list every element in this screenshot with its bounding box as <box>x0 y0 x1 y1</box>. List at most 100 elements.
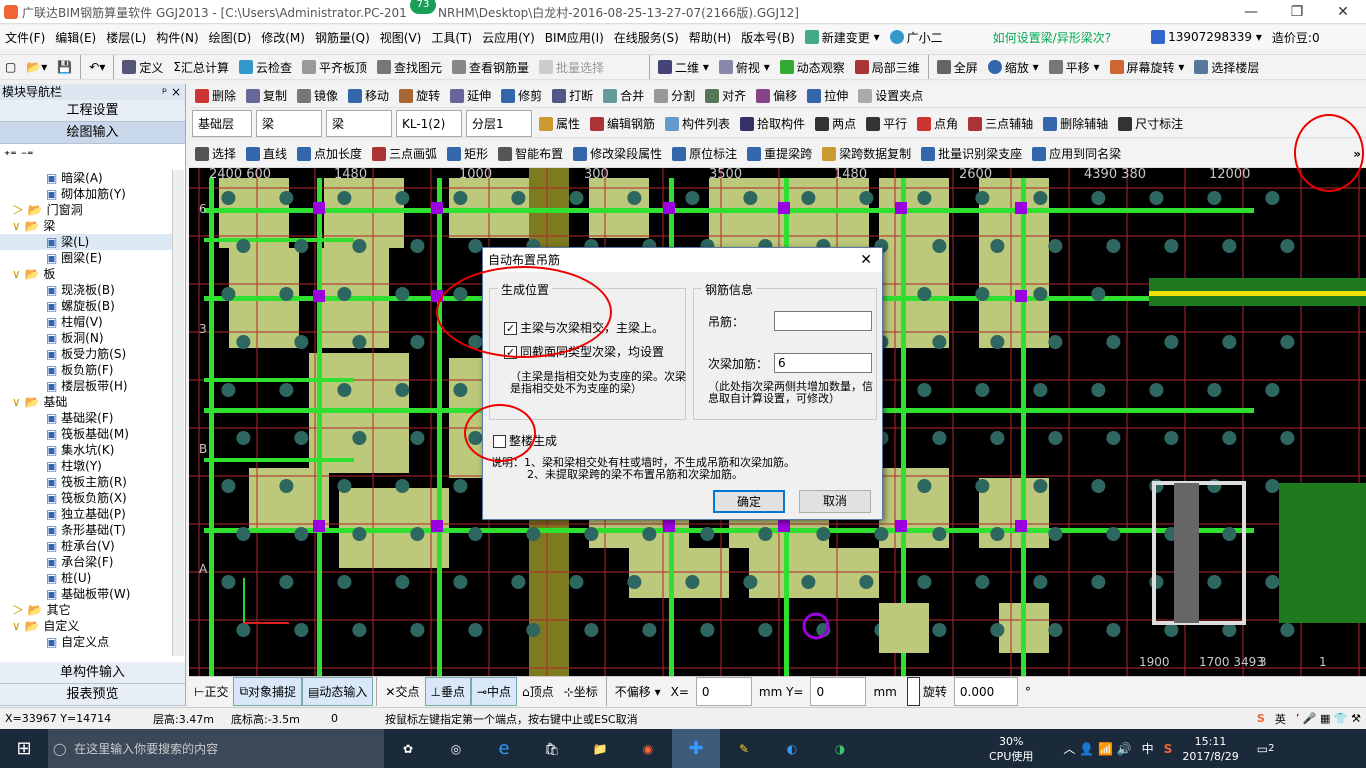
menu-file[interactable]: 文件(F) <box>0 25 50 49</box>
report-preview-button[interactable]: 报表预览 <box>0 684 185 706</box>
toolbar3-item[interactable]: 三点辅轴 <box>963 110 1038 137</box>
menu-assistant[interactable]: 广小二 <box>885 25 948 49</box>
toolbar4-item[interactable]: 修改梁段属性 <box>568 140 667 167</box>
toolbar4-item[interactable]: 矩形 <box>442 140 493 167</box>
clock[interactable]: 15:11 2017/8/29 <box>1177 729 1243 768</box>
ime-toolbar-icons[interactable]: ’ 🎤 ▦ 👕 ⚒ <box>1291 708 1366 729</box>
toolbar2-item[interactable]: 旋转 <box>394 84 445 107</box>
tree-item[interactable]: ＞ 📂 其它 <box>0 602 172 618</box>
undo-icon[interactable]: ↶▾ <box>84 55 110 79</box>
tree-item[interactable]: ▣ 独立基础(P) <box>0 506 172 522</box>
swirl-app-icon[interactable]: ◎ <box>432 729 480 768</box>
toolbar2-item[interactable]: 镜像 <box>292 84 343 107</box>
tree-item[interactable]: ▣ 螺旋板(B) <box>0 298 172 314</box>
tree-item[interactable]: ∨ 📂 基础 <box>0 394 172 410</box>
toolbar3-item[interactable]: 点角 <box>912 110 963 137</box>
object-snap-toggle[interactable]: ⧉ 对象捕捉 <box>233 677 303 706</box>
vertex-snap[interactable]: ⌂ 顶点 <box>517 677 559 706</box>
tree-item[interactable]: ▣ 暗梁(A) <box>0 170 172 186</box>
question-link[interactable]: 如何设置梁/异形梁次? <box>988 25 1116 49</box>
toolbar2-item[interactable]: 修剪 <box>496 84 547 107</box>
menu-version[interactable]: 版本号(B) <box>736 25 800 49</box>
offset-combo[interactable]: 不偏移 ▾ <box>610 677 666 706</box>
menu-view[interactable]: 视图(V) <box>375 25 427 49</box>
browser-app-icon[interactable]: ◐ <box>768 729 816 768</box>
menu-floor[interactable]: 楼层(L) <box>101 25 151 49</box>
nav-pin-close[interactable]: ᵖ × <box>162 84 185 100</box>
batch-select-button[interactable]: 批量选择 <box>534 55 609 79</box>
x-input[interactable]: 0 <box>695 677 752 706</box>
toolbar2-item[interactable]: 对齐 <box>700 84 751 107</box>
beam-combo[interactable]: KL-1(2) <box>396 110 462 137</box>
ggj-app-icon[interactable]: ✚ <box>672 729 720 768</box>
account[interactable]: 13907298339 ▾ <box>1146 25 1267 49</box>
layer-combo[interactable]: 分层1 <box>466 110 532 137</box>
perpendicular-snap[interactable]: ⊥ 垂点 <box>424 677 471 706</box>
tree-item[interactable]: ▣ 基础梁(F) <box>0 410 172 426</box>
toolbar4-item[interactable]: 直线 <box>241 140 292 167</box>
tree-item[interactable]: ▣ 现浇板(B) <box>0 282 172 298</box>
expand-collapse-icons[interactable]: ⁺⁼ ⁻⁼ <box>0 144 185 168</box>
dynamic-view-button[interactable]: 动态观察 <box>775 55 850 79</box>
toolbar3-item[interactable]: 属性 <box>534 110 585 137</box>
local-3d-button[interactable]: 局部三维 <box>850 55 925 79</box>
toolbar2-item[interactable]: 延伸 <box>445 84 496 107</box>
toolbar2-item[interactable]: 打断 <box>547 84 598 107</box>
open-file-icon[interactable]: 📂▾ <box>21 55 52 79</box>
menu-bim[interactable]: BIM应用(I) <box>540 25 609 49</box>
pan-button[interactable]: 平移 ▾ <box>1044 55 1105 79</box>
tree-item[interactable]: ▣ 桩承台(V) <box>0 538 172 554</box>
extra-rebar-input[interactable]: 6 <box>774 353 872 373</box>
toolbar2-item[interactable]: 设置夹点 <box>853 84 928 107</box>
select-floor-button[interactable]: 选择楼层 <box>1189 55 1264 79</box>
define-button[interactable]: 定义 <box>117 55 168 79</box>
toolbar4-item[interactable]: 梁跨数据复制 <box>817 140 916 167</box>
notes-app-icon[interactable]: ✎ <box>720 729 768 768</box>
sogou-ime-icon[interactable]: S <box>1252 708 1270 729</box>
minimize-button[interactable]: — <box>1228 0 1274 24</box>
menu-draw[interactable]: 绘图(D) <box>204 25 257 49</box>
maximize-button[interactable]: ❐ <box>1274 0 1320 24</box>
toolbar4-item[interactable]: 原位标注 <box>667 140 742 167</box>
toolbar4-item[interactable]: 批量识别梁支座 <box>916 140 1027 167</box>
fullscreen-button[interactable]: 全屏 <box>932 55 983 79</box>
tree-item[interactable]: ▣ 承台梁(F) <box>0 554 172 570</box>
explorer-icon[interactable]: 📁 <box>576 729 624 768</box>
menu-help[interactable]: 帮助(H) <box>684 25 736 49</box>
menu-rebar[interactable]: 钢筋量(Q) <box>310 25 375 49</box>
tree-item[interactable]: ▣ 梁(L) <box>0 234 172 250</box>
menu-tools[interactable]: 工具(T) <box>426 25 477 49</box>
ime-mode[interactable]: 英 <box>1270 708 1291 729</box>
menu-edit[interactable]: 编辑(E) <box>50 25 101 49</box>
tree-item[interactable]: ▣ 桩(U) <box>0 570 172 586</box>
floor-combo[interactable]: 基础层 <box>192 110 252 137</box>
toolbar4-item[interactable]: 应用到同名梁 <box>1027 140 1126 167</box>
coordinate-snap[interactable]: ⊹ 坐标 <box>559 677 603 706</box>
tree-item[interactable]: ▣ 板负筋(F) <box>0 362 172 378</box>
project-settings-button[interactable]: 工程设置 <box>0 100 185 122</box>
tree-item[interactable]: ▣ 自定义点 <box>0 634 172 650</box>
toolbar2-item[interactable]: 偏移 <box>751 84 802 107</box>
screen-rotate-button[interactable]: 屏幕旋转 ▾ <box>1105 55 1190 79</box>
single-component-button[interactable]: 单构件输入 <box>0 662 185 684</box>
tree-item[interactable]: ∨ 📂 板 <box>0 266 172 282</box>
toolbar2-item[interactable]: 复制 <box>241 84 292 107</box>
tree-item[interactable]: ▣ 筏板基础(M) <box>0 426 172 442</box>
sogou-tray-icon[interactable]: S <box>1159 729 1178 768</box>
notification-icon[interactable]: ▭ 2 <box>1252 729 1280 768</box>
tree-item[interactable]: ▣ 柱帽(V) <box>0 314 172 330</box>
tray-icons[interactable]: ︿ 👤 📶 🔊 <box>1058 729 1136 768</box>
toolbar3-item[interactable]: 编辑钢筋 <box>585 110 660 137</box>
tree-item[interactable]: ▣ 楼层板带(H) <box>0 378 172 394</box>
toolbar3-item[interactable]: 拾取构件 <box>735 110 810 137</box>
tree-item[interactable]: ∨ 📂 自定义 <box>0 618 172 634</box>
toolbar2-item[interactable]: 合并 <box>598 84 649 107</box>
category-combo[interactable]: 梁 <box>256 110 322 137</box>
glodon-app-icon[interactable]: ◉ <box>624 729 672 768</box>
tree-item[interactable]: ▣ 集水坑(K) <box>0 442 172 458</box>
toolbar2-item[interactable]: 分割 <box>649 84 700 107</box>
type-combo[interactable]: 梁 <box>326 110 392 137</box>
language-indicator[interactable]: 中 <box>1137 729 1159 768</box>
toolbar4-item[interactable]: 三点画弧 <box>367 140 442 167</box>
menu-online[interactable]: 在线服务(S) <box>609 25 684 49</box>
